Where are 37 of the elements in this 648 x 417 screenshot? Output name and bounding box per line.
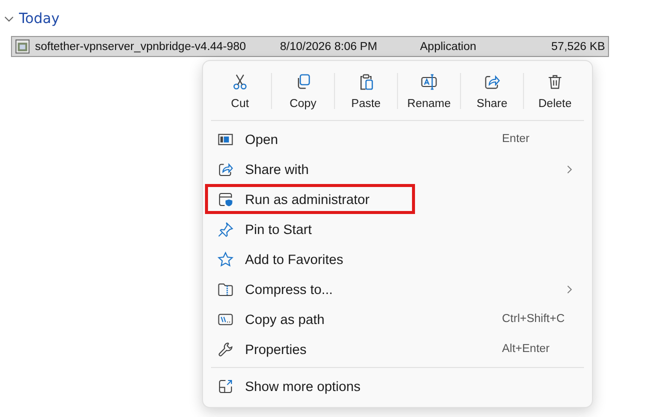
file-name: softether-vpnserver_vpnbridge-v4.44-980 [35,40,247,52]
action-button[interactable]: Copy [272,67,334,115]
star-icon [217,250,234,268]
chevron-down-icon[interactable] [4,14,14,24]
file-type: Application [420,40,478,52]
shortcut-label: Ctrl+Shift+C [502,313,566,325]
menu-item[interactable]: Pin to Start [209,214,586,244]
scissors-icon [231,72,249,90]
group-label[interactable]: Today [19,11,60,27]
action-button[interactable]: Share [461,67,523,115]
action-button[interactable]: Cut [209,67,271,115]
trash-icon [546,72,564,90]
menu-item[interactable]: Add to Favorites [209,244,586,274]
action-button[interactable]: Paste [335,67,397,115]
expand-icon [217,378,234,394]
shortcut-label: Enter [502,133,530,145]
file-date: 8/10/2026 8:06 PM [280,40,378,52]
menu-item[interactable]: Show more options [209,371,586,401]
zip-folder-icon [217,280,234,298]
file-row[interactable]: softether-vpnserver_vpnbridge-v4.44-980 8/10/2026 8:06 PM Application 57,526 KB [11,36,609,57]
pin-icon [217,220,234,238]
shield-window-icon [217,190,234,208]
share-icon [483,72,501,90]
rename-icon [420,72,438,90]
menu-item[interactable]: Properties Alt+Enter [209,334,586,364]
menu-item[interactable]: Open Enter [209,124,586,154]
menu-item[interactable]: Share with [209,154,586,184]
file-size: 57,526 KB [550,40,606,52]
menu-item[interactable]: Compress to... [209,274,586,304]
shortcut-label: Alt+Enter [502,343,551,355]
wrench-icon [217,340,234,358]
action-button[interactable]: Rename [398,67,460,115]
menu-item[interactable]: Copy as path Ctrl+Shift+C [209,304,586,334]
menu-item[interactable]: Run as administrator [209,184,586,214]
installer-icon [15,39,30,54]
share-icon [217,160,234,178]
action-button[interactable]: Delete [524,67,586,115]
